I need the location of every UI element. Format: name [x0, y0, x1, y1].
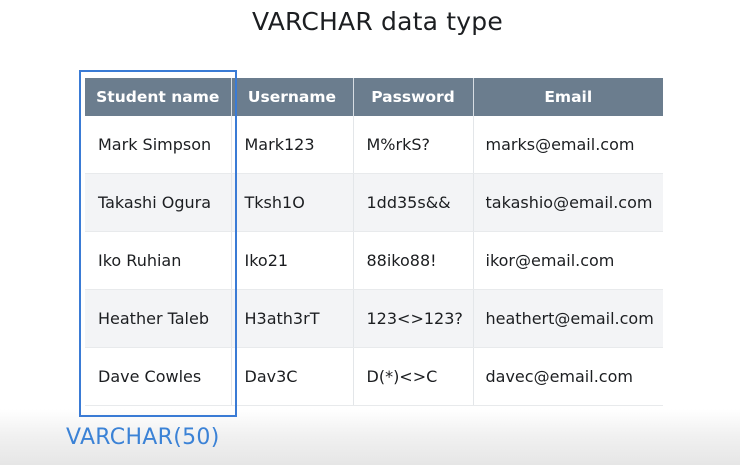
- cell-password: 1dd35s&&: [353, 173, 474, 232]
- column-header-username: Username: [231, 78, 354, 116]
- table-row: Takashi Ogura Tksh1O 1dd35s&& takashio@e…: [85, 173, 663, 232]
- column-header-password: Password: [353, 78, 474, 116]
- cell-username: Dav3C: [231, 347, 354, 406]
- table-header-row: Student name Username Password Email: [85, 78, 663, 116]
- cell-username: Iko21: [231, 231, 354, 290]
- cell-email: ikor@email.com: [473, 231, 663, 290]
- cell-student-name: Iko Ruhian: [85, 231, 232, 290]
- cell-email: takashio@email.com: [473, 173, 663, 232]
- cell-password: 88iko88!: [353, 231, 474, 290]
- varchar-type-label: VARCHAR(50): [66, 425, 220, 450]
- cell-email: davec@email.com: [473, 347, 663, 406]
- cell-username: Tksh1O: [231, 173, 354, 232]
- column-header-email: Email: [473, 78, 663, 116]
- column-header-student-name: Student name: [85, 78, 232, 116]
- cell-email: marks@email.com: [473, 116, 663, 174]
- cell-student-name: Dave Cowles: [85, 347, 232, 406]
- cell-password: D(*)<>C: [353, 347, 474, 406]
- table-row: Heather Taleb H3ath3rT 123<>123? heather…: [85, 289, 663, 348]
- cell-password: 123<>123?: [353, 289, 474, 348]
- cell-username: H3ath3rT: [231, 289, 354, 348]
- cell-username: Mark123: [231, 116, 354, 174]
- table-row: Mark Simpson Mark123 M%rkS? marks@email.…: [85, 116, 663, 174]
- cell-student-name: Mark Simpson: [85, 116, 232, 174]
- table-row: Iko Ruhian Iko21 88iko88! ikor@email.com: [85, 231, 663, 290]
- cell-email: heathert@email.com: [473, 289, 663, 348]
- cell-student-name: Heather Taleb: [85, 289, 232, 348]
- student-table: Student name Username Password Email Mar…: [85, 78, 663, 406]
- table-row: Dave Cowles Dav3C D(*)<>C davec@email.co…: [85, 347, 663, 406]
- cell-password: M%rkS?: [353, 116, 474, 174]
- cell-student-name: Takashi Ogura: [85, 173, 232, 232]
- slide-title: VARCHAR data type: [252, 7, 503, 36]
